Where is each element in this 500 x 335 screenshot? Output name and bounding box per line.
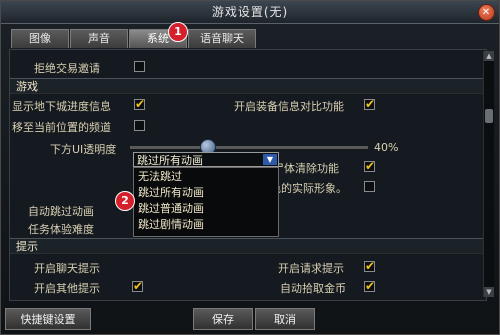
tab-voice-chat[interactable]: 语音聊天 [188,29,256,48]
shortcut-settings-button[interactable]: 快捷键设置 [5,308,91,330]
window-titlebar: 游戏设置(无) ✕ [1,1,499,24]
dropdown-option[interactable]: 跳过所有动画 [138,186,204,200]
auto-skip-dropdown[interactable]: 跳过所有动画 ▼ [133,152,279,167]
dropdown-option[interactable]: 跳过剧情动画 [138,218,204,232]
other-tip-checkbox[interactable] [132,279,143,293]
auto-skip-label: 自动跳过动画 [28,205,94,218]
ui-opacity-label: 下方UI透明度 [50,143,117,156]
dropdown-option[interactable]: 跳过普通动画 [138,202,204,216]
equip-compare-label: 开启装备信息对比功能 [234,100,344,113]
scroll-thumb[interactable] [485,109,493,123]
other-tip-label: 开启其他提示 [34,282,100,295]
step-badge-1: 1 [168,22,188,42]
auto-gold-label: 自动拾取金币 [280,282,346,295]
tab-graphics[interactable]: 图像 [11,29,69,48]
auto-skip-selected: 跳过所有动画 [137,154,203,167]
request-tip-label: 开启请求提示 [278,262,344,275]
auto-gold-checkbox[interactable] [364,279,375,293]
move-channel-checkbox[interactable] [134,120,145,131]
equip-compare-checkbox[interactable] [364,97,375,111]
settings-scrollbar[interactable]: ▲ ▼ [483,51,494,297]
section-tips: 提示 [10,238,486,254]
close-button[interactable]: ✕ [478,4,495,21]
move-channel-label: 移至当前位置的频道 [12,121,111,134]
show-appearance-checkbox[interactable] [364,181,375,192]
request-tip-checkbox[interactable] [364,259,375,273]
chat-tip-label: 开启聊天提示 [34,262,100,275]
ui-opacity-value: 40% [374,141,399,154]
task-difficulty-label: 任务体验难度 [28,223,94,236]
scroll-down-icon[interactable]: ▼ [484,287,494,297]
section-game: 游戏 [10,78,486,94]
tab-sound[interactable]: 声音 [70,29,128,48]
dropdown-option[interactable]: 无法跳过 [138,170,182,184]
ui-opacity-slider-track[interactable] [130,146,368,149]
chevron-down-icon[interactable]: ▼ [263,154,277,165]
corpse-clear-checkbox[interactable] [364,159,375,173]
step-badge-2: 2 [115,191,135,211]
reject-trade-label: 拒绝交易邀请 [34,62,100,75]
scroll-up-icon[interactable]: ▲ [484,51,494,61]
save-button[interactable]: 保存 [193,308,253,330]
settings-window: 游戏设置(无) ✕ 图像 声音 系统 语音聊天 1 拒绝交易邀请 游戏 显示地下… [0,0,500,335]
auto-skip-options: 无法跳过 跳过所有动画 跳过普通动画 跳过剧情动画 [133,167,279,237]
show-dungeon-label: 显示地下城进度信息 [12,100,111,113]
show-dungeon-checkbox[interactable] [134,97,145,111]
cancel-button[interactable]: 取消 [255,308,315,330]
reject-trade-checkbox[interactable] [134,61,145,72]
window-title: 游戏设置(无) [211,5,289,19]
